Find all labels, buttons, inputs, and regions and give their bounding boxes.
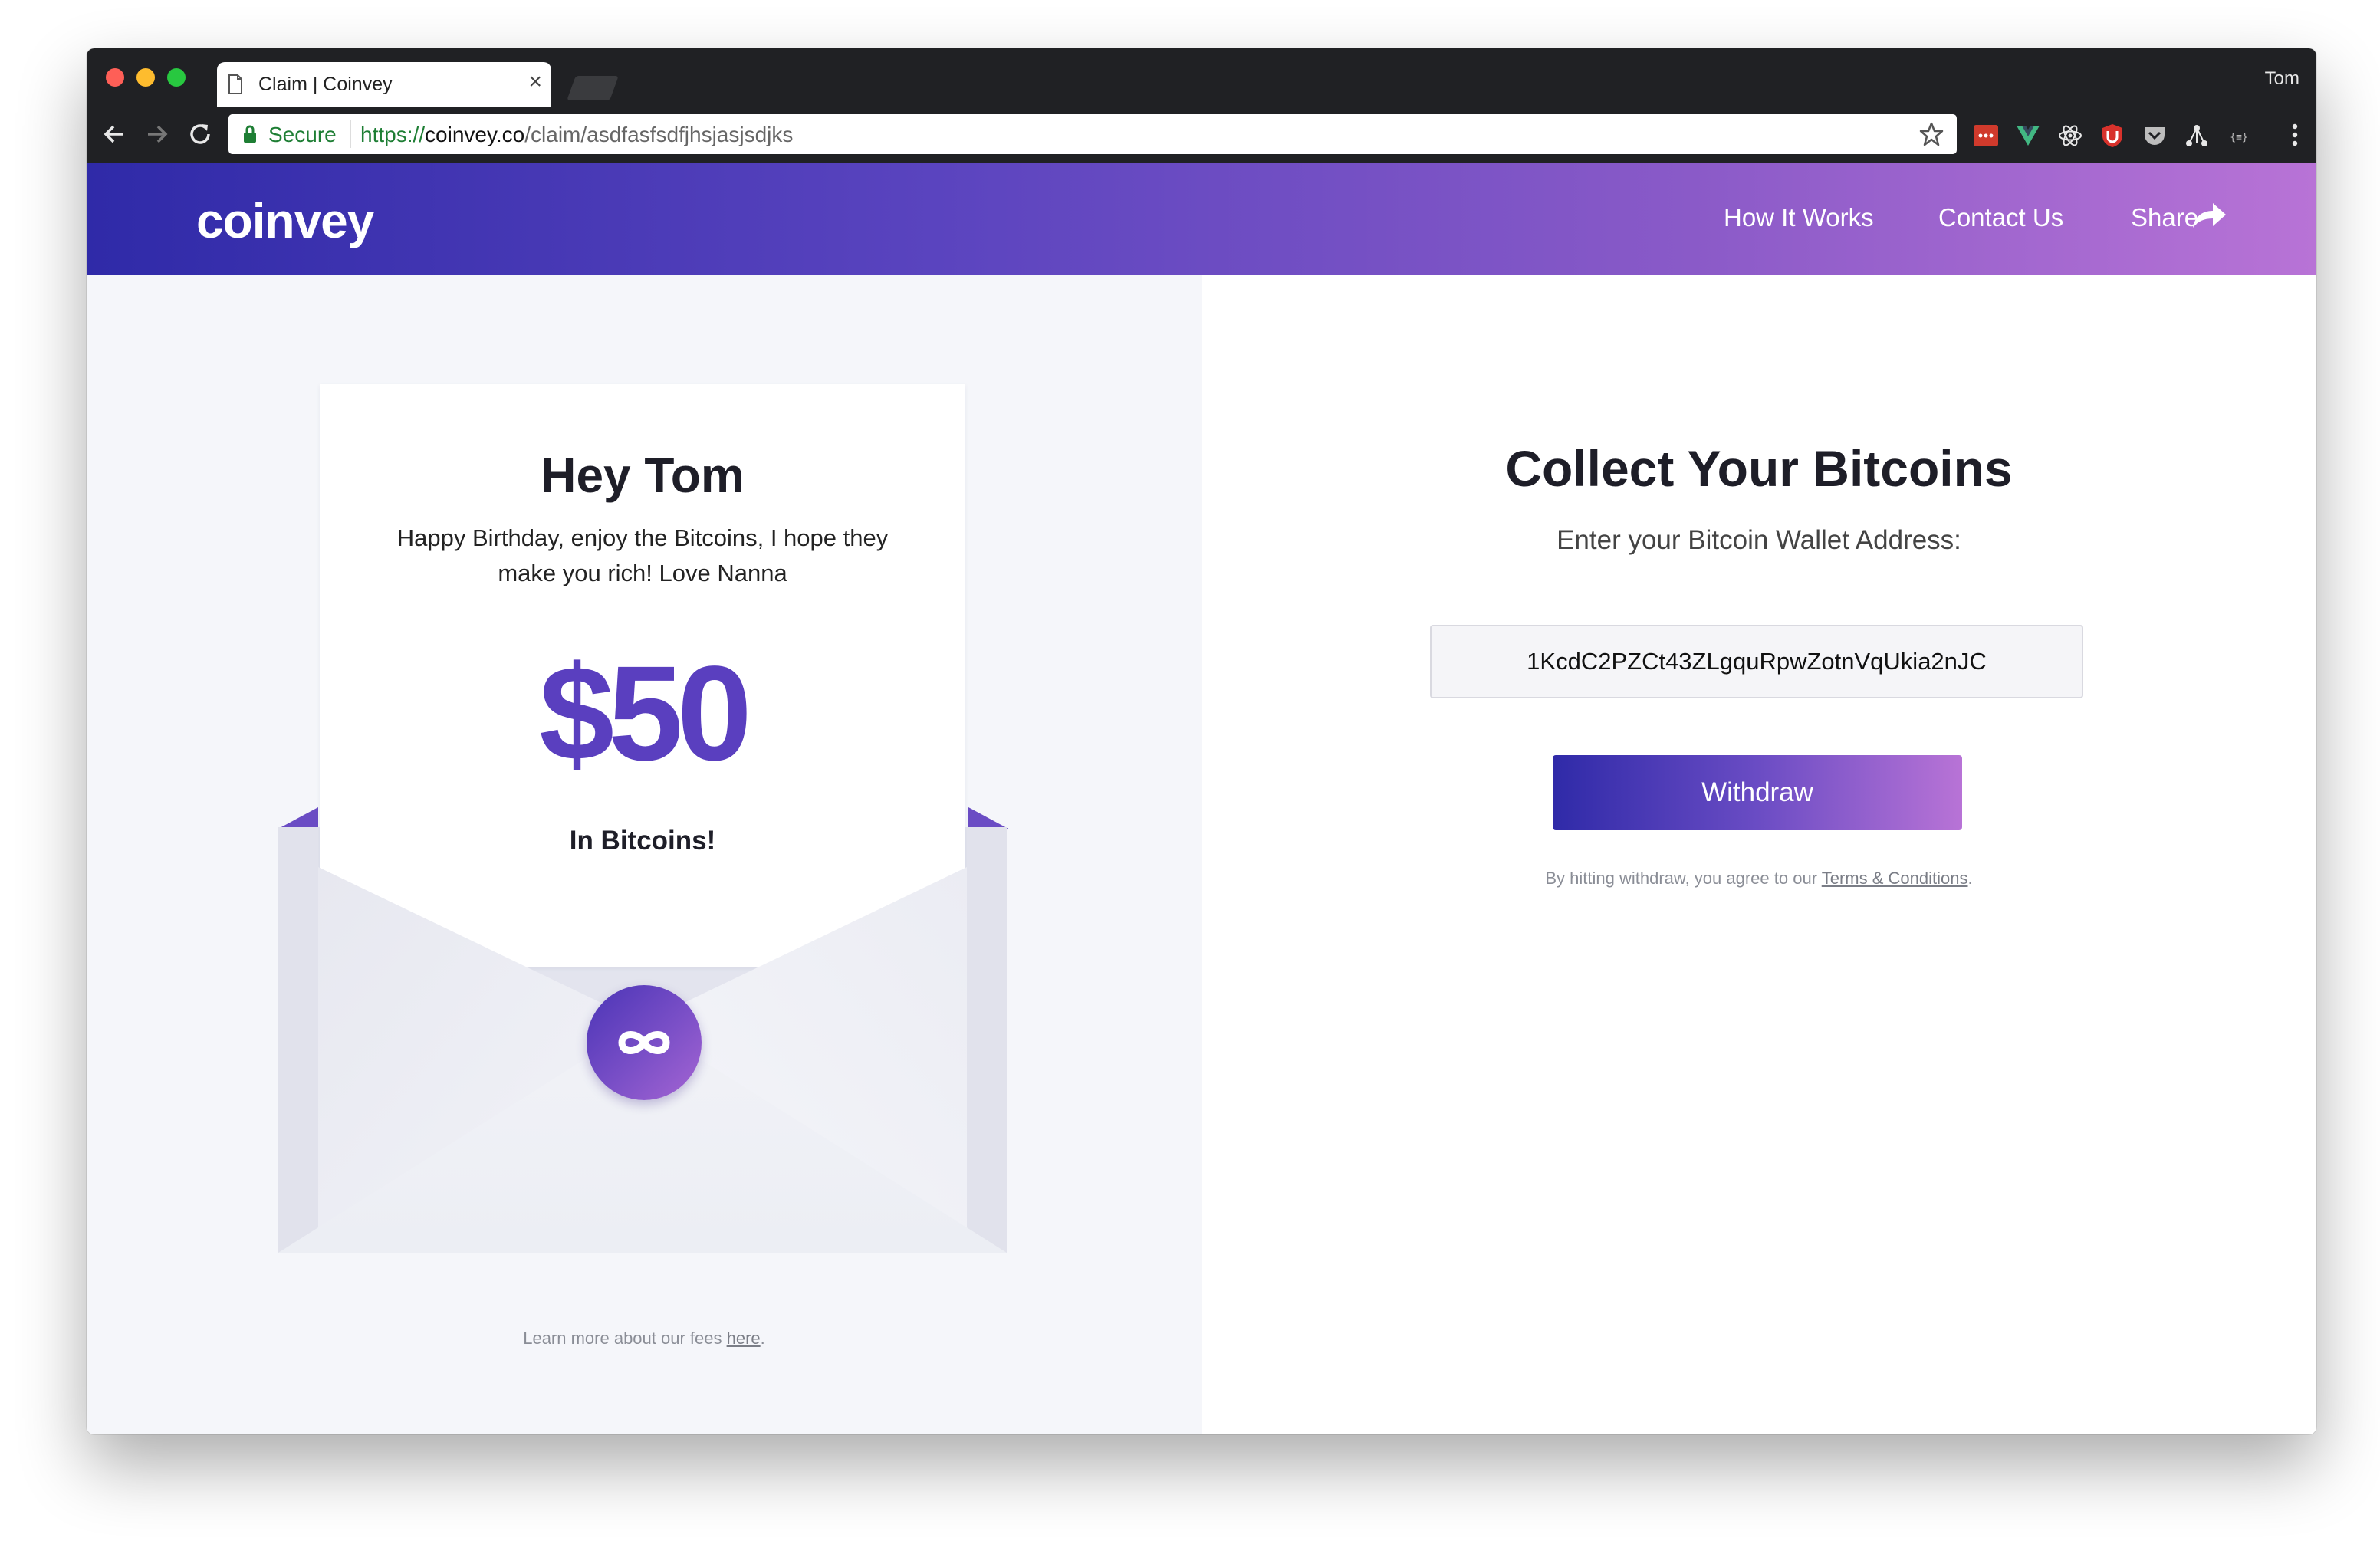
browser-menu-icon[interactable]: [2290, 122, 2299, 148]
svg-text:{≡}: {≡}: [2230, 132, 2247, 143]
json-icon[interactable]: {≡}: [2226, 123, 2252, 149]
infinity-icon: [618, 1031, 670, 1054]
browser-toolbar: Secure https://coinvey.co/claim/asdfasfs…: [87, 107, 2316, 163]
back-arrow-icon[interactable]: [100, 120, 128, 148]
secure-label: Secure: [268, 123, 337, 146]
site-header: coinvey How It Works Contact Us Share: [87, 163, 2316, 275]
wallet-address-input[interactable]: [1430, 625, 2083, 698]
minimize-window-button[interactable]: [136, 68, 155, 87]
document-icon: [228, 74, 242, 94]
collect-title: Collect Your Bitcoins: [1505, 440, 2013, 497]
nav-share[interactable]: Share: [2131, 203, 2198, 232]
collect-panel: Collect Your Bitcoins Enter your Bitcoin…: [1202, 275, 2316, 1434]
tab-close-icon[interactable]: ×: [528, 71, 542, 94]
close-window-button[interactable]: [106, 68, 124, 87]
gift-amount: $50: [539, 639, 752, 789]
address-bar[interactable]: Secure https://coinvey.co/claim/asdfasfs…: [228, 114, 1957, 154]
letter-greeting: Hey Tom: [541, 448, 745, 503]
pocket-icon[interactable]: [2142, 123, 2168, 149]
letter-message: Happy Birthday, enjoy the Bitcoins, I ho…: [396, 524, 889, 586]
profile-name[interactable]: Tom: [2265, 68, 2299, 90]
tab-title: Claim | Coinvey: [258, 74, 393, 95]
graph-icon[interactable]: [2184, 123, 2210, 149]
coinvey-logo[interactable]: coinvey: [196, 192, 374, 249]
url-divider: [350, 120, 351, 148]
react-devtools-icon[interactable]: [2057, 123, 2083, 149]
url-text[interactable]: https://coinvey.co/claim/asdfasfsdfjhsja…: [360, 123, 793, 147]
reload-icon[interactable]: [186, 120, 214, 148]
withdraw-button[interactable]: Withdraw: [1553, 755, 1962, 830]
coinvey-seal: [587, 985, 702, 1100]
browser-tab[interactable]: Claim | Coinvey ×: [217, 62, 551, 107]
nav-how-it-works[interactable]: How It Works: [1724, 203, 1874, 232]
browser-window: Claim | Coinvey × Tom Secure https://coi…: [87, 48, 2316, 1434]
lastpass-icon[interactable]: [1973, 123, 1999, 149]
fees-note: Learn more about our fees here.: [523, 1329, 765, 1348]
tab-strip: Claim | Coinvey × Tom: [87, 48, 2316, 107]
maximize-window-button[interactable]: [167, 68, 186, 87]
terms-link[interactable]: Terms & Conditions: [1822, 869, 1968, 888]
terms-note: By hitting withdraw, you agree to our Te…: [1545, 869, 1973, 888]
wallet-address-label: Enter your Bitcoin Wallet Address:: [1557, 525, 1961, 555]
lock-icon: [244, 125, 256, 143]
fees-link[interactable]: here: [727, 1329, 761, 1348]
share-arrow-icon[interactable]: [2190, 200, 2228, 231]
new-tab-button[interactable]: [567, 76, 619, 100]
ublock-icon[interactable]: [2099, 123, 2125, 149]
nav-contact-us[interactable]: Contact Us: [1938, 203, 2063, 232]
gift-letter-panel: Hey Tom Happy Birthday, enjoy the Bitcoi…: [87, 275, 1202, 1434]
forward-arrow-icon[interactable]: [143, 120, 171, 148]
vue-devtools-icon[interactable]: [2015, 123, 2041, 149]
bookmark-star-icon[interactable]: [1918, 121, 1944, 147]
